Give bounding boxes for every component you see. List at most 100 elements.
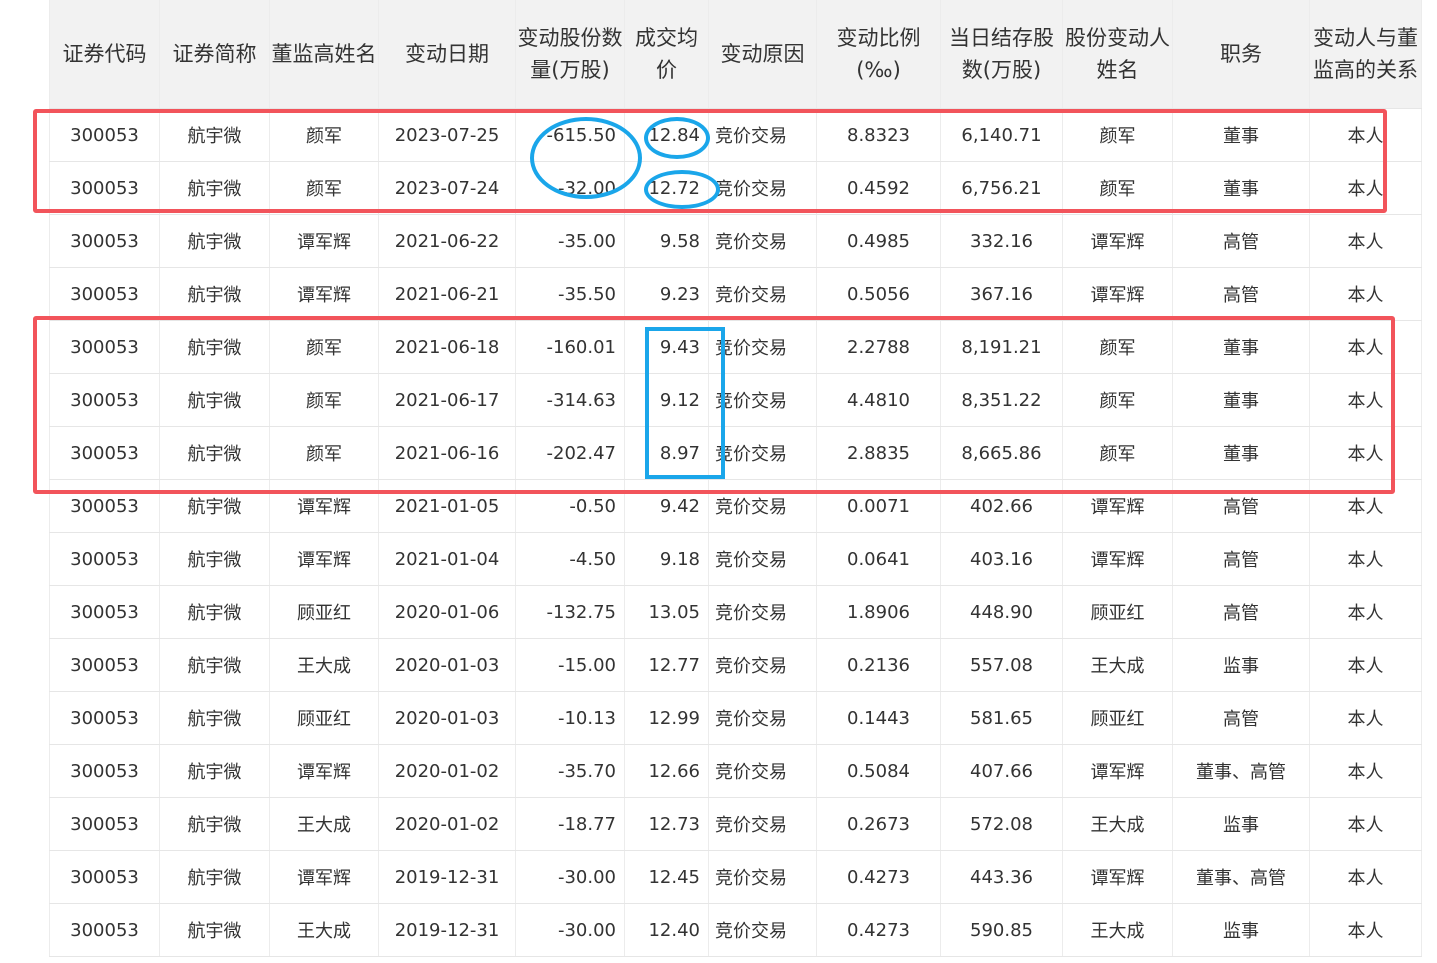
cell-changer: 谭军辉 [1062, 532, 1173, 586]
cell-ratio: 0.4985 [816, 214, 941, 268]
cell-relation: 本人 [1309, 214, 1422, 268]
table-row[interactable]: 300053 航宇微 颜军 2021-06-16 -202.47 8.97 竞价交易 2.88… [49, 426, 1422, 480]
cell-short-name: 航宇微 [159, 426, 270, 480]
header-change-reason[interactable]: 变动原因 [708, 0, 817, 109]
table-body: 300053 航宇微 颜军 2023-07-25 -615.50 12.84 竞价交易 8.8… [49, 108, 1422, 957]
cell-shares: -615.50 [515, 108, 625, 162]
cell-ratio: 0.4273 [816, 903, 941, 957]
cell-date: 2021-01-05 [378, 479, 516, 533]
cell-code: 300053 [49, 850, 160, 904]
cell-price: 9.12 [624, 373, 709, 427]
cell-reason: 竞价交易 [708, 161, 817, 215]
cell-code: 300053 [49, 691, 160, 745]
header-change-date[interactable]: 变动日期 [378, 0, 516, 109]
cell-date: 2021-06-18 [378, 320, 516, 374]
cell-holdings: 6,140.71 [940, 108, 1063, 162]
cell-changer: 顾亚红 [1062, 691, 1173, 745]
table-row[interactable]: 300053 航宇微 王大成 2020-01-03 -15.00 12.77 竞价交易 0.2… [49, 638, 1422, 692]
cell-ratio: 0.5084 [816, 744, 941, 798]
cell-short-name: 航宇微 [159, 161, 270, 215]
cell-holdings: 443.36 [940, 850, 1063, 904]
cell-insider-name: 颜军 [269, 373, 379, 427]
cell-reason: 竞价交易 [708, 373, 817, 427]
cell-relation: 本人 [1309, 903, 1422, 957]
cell-code: 300053 [49, 426, 160, 480]
table-row[interactable]: 300053 航宇微 颜军 2023-07-24 -32.00 12.72 竞价交易 0.45… [49, 161, 1422, 215]
cell-holdings: 572.08 [940, 797, 1063, 851]
cell-changer: 谭军辉 [1062, 267, 1173, 321]
table-row[interactable]: 300053 航宇微 顾亚红 2020-01-03 -10.13 12.99 竞价交易 0.1… [49, 691, 1422, 745]
header-insider-name[interactable]: 董监高姓名 [269, 0, 379, 109]
cell-position: 监事 [1172, 797, 1310, 851]
header-avg-price[interactable]: 成交均价 [624, 0, 709, 109]
cell-changer: 谭军辉 [1062, 214, 1173, 268]
cell-shares: -35.00 [515, 214, 625, 268]
cell-relation: 本人 [1309, 638, 1422, 692]
cell-date: 2021-06-16 [378, 426, 516, 480]
table-row[interactable]: 300053 航宇微 顾亚红 2020-01-06 -132.75 13.05 竞价交易 1.… [49, 585, 1422, 639]
cell-reason: 竞价交易 [708, 744, 817, 798]
cell-reason: 竞价交易 [708, 850, 817, 904]
table-row[interactable]: 300053 航宇微 谭军辉 2021-06-21 -35.50 9.23 竞价交易 0.50… [49, 267, 1422, 321]
cell-reason: 竞价交易 [708, 214, 817, 268]
table-row[interactable]: 300053 航宇微 谭军辉 2020-01-02 -35.70 12.66 竞价交易 0.5… [49, 744, 1422, 798]
cell-relation: 本人 [1309, 161, 1422, 215]
cell-changer: 王大成 [1062, 797, 1173, 851]
cell-holdings: 581.65 [940, 691, 1063, 745]
insider-trading-table-container: 证券代码 证券简称 董监高姓名 变动日期 变动股份数量(万股) 成交均价 变动原… [49, 0, 1422, 957]
table-row[interactable]: 300053 航宇微 谭军辉 2021-01-04 -4.50 9.18 竞价交易 0.064… [49, 532, 1422, 586]
header-relationship[interactable]: 变动人与董监高的关系 [1309, 0, 1422, 109]
header-security-code[interactable]: 证券代码 [49, 0, 160, 109]
table-row[interactable]: 300053 航宇微 谭军辉 2021-06-22 -35.00 9.58 竞价交易 0.49… [49, 214, 1422, 268]
cell-changer: 王大成 [1062, 903, 1173, 957]
table-row[interactable]: 300053 航宇微 颜军 2023-07-25 -615.50 12.84 竞价交易 8.8… [49, 108, 1422, 162]
header-security-name[interactable]: 证券简称 [159, 0, 270, 109]
header-change-shares[interactable]: 变动股份数量(万股) [515, 0, 625, 109]
header-position[interactable]: 职务 [1172, 0, 1310, 109]
cell-relation: 本人 [1309, 744, 1422, 798]
table-row[interactable]: 300053 航宇微 颜军 2021-06-17 -314.63 9.12 竞价交易 4.48… [49, 373, 1422, 427]
cell-holdings: 8,191.21 [940, 320, 1063, 374]
cell-holdings: 6,756.21 [940, 161, 1063, 215]
cell-code: 300053 [49, 373, 160, 427]
table-row[interactable]: 300053 航宇微 颜军 2021-06-18 -160.01 9.43 竞价交易 2.27… [49, 320, 1422, 374]
cell-insider-name: 顾亚红 [269, 691, 379, 745]
table-row[interactable]: 300053 航宇微 王大成 2019-12-31 -30.00 12.40 竞价交易 0.4… [49, 903, 1422, 957]
cell-date: 2021-06-21 [378, 267, 516, 321]
cell-code: 300053 [49, 744, 160, 798]
cell-short-name: 航宇微 [159, 214, 270, 268]
header-closing-holdings[interactable]: 当日结存股数(万股) [940, 0, 1063, 109]
cell-insider-name: 颜军 [269, 320, 379, 374]
cell-code: 300053 [49, 638, 160, 692]
cell-relation: 本人 [1309, 850, 1422, 904]
table-row[interactable]: 300053 航宇微 谭军辉 2021-01-05 -0.50 9.42 竞价交易 0.007… [49, 479, 1422, 533]
cell-insider-name: 颜军 [269, 161, 379, 215]
cell-reason: 竞价交易 [708, 267, 817, 321]
header-change-ratio[interactable]: 变动比例(‰) [816, 0, 941, 109]
cell-changer: 谭军辉 [1062, 850, 1173, 904]
table-row[interactable]: 300053 航宇微 谭军辉 2019-12-31 -30.00 12.45 竞价交易 0.4… [49, 850, 1422, 904]
cell-position: 高管 [1172, 691, 1310, 745]
header-changer-name[interactable]: 股份变动人姓名 [1062, 0, 1173, 109]
cell-price: 12.45 [624, 850, 709, 904]
cell-price: 12.77 [624, 638, 709, 692]
cell-code: 300053 [49, 108, 160, 162]
cell-relation: 本人 [1309, 532, 1422, 586]
cell-code: 300053 [49, 797, 160, 851]
cell-ratio: 4.4810 [816, 373, 941, 427]
cell-ratio: 2.2788 [816, 320, 941, 374]
cell-position: 董事 [1172, 320, 1310, 374]
cell-date: 2020-01-02 [378, 797, 516, 851]
cell-changer: 颜军 [1062, 373, 1173, 427]
cell-short-name: 航宇微 [159, 373, 270, 427]
cell-price: 12.84 [624, 108, 709, 162]
cell-changer: 王大成 [1062, 638, 1173, 692]
cell-reason: 竞价交易 [708, 585, 817, 639]
cell-ratio: 0.0641 [816, 532, 941, 586]
cell-relation: 本人 [1309, 479, 1422, 533]
cell-insider-name: 谭军辉 [269, 214, 379, 268]
cell-date: 2021-06-17 [378, 373, 516, 427]
cell-holdings: 367.16 [940, 267, 1063, 321]
cell-code: 300053 [49, 267, 160, 321]
table-row[interactable]: 300053 航宇微 王大成 2020-01-02 -18.77 12.73 竞价交易 0.2… [49, 797, 1422, 851]
